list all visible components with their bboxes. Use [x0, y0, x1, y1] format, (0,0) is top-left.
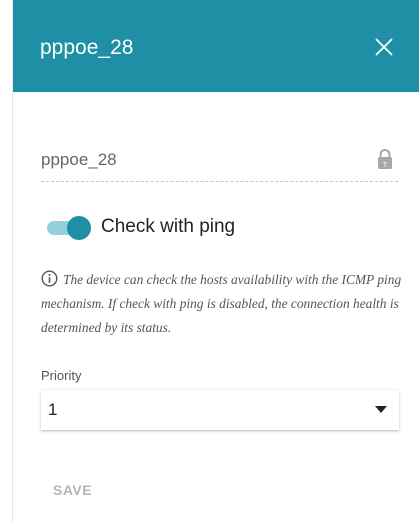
priority-label: Priority [41, 368, 82, 383]
info-note: The device can check the hosts availabil… [41, 268, 407, 340]
priority-select[interactable]: 1 [41, 390, 399, 430]
connection-name-field: pppoe_28 T [41, 148, 398, 182]
edit-connection-panel: pppoe_28 pppoe_28 T Check with ping The … [12, 0, 419, 522]
info-icon [41, 270, 58, 287]
connection-name-value: pppoe_28 [41, 150, 117, 169]
close-icon [375, 38, 393, 56]
caret-down-icon [375, 406, 387, 414]
priority-selected-value: 1 [48, 400, 58, 419]
panel-title: pppoe_28 [40, 36, 134, 59]
close-button[interactable] [373, 36, 395, 58]
panel-header: pppoe_28 [13, 0, 419, 92]
save-button[interactable]: SAVE [53, 482, 92, 498]
lock-icon: T [376, 148, 394, 170]
info-text: The device can check the hosts availabil… [41, 272, 402, 335]
svg-text:T: T [383, 162, 388, 169]
toggle-knob [67, 216, 91, 240]
check-with-ping-label: Check with ping [101, 216, 236, 237]
check-with-ping-toggle[interactable] [45, 216, 91, 240]
